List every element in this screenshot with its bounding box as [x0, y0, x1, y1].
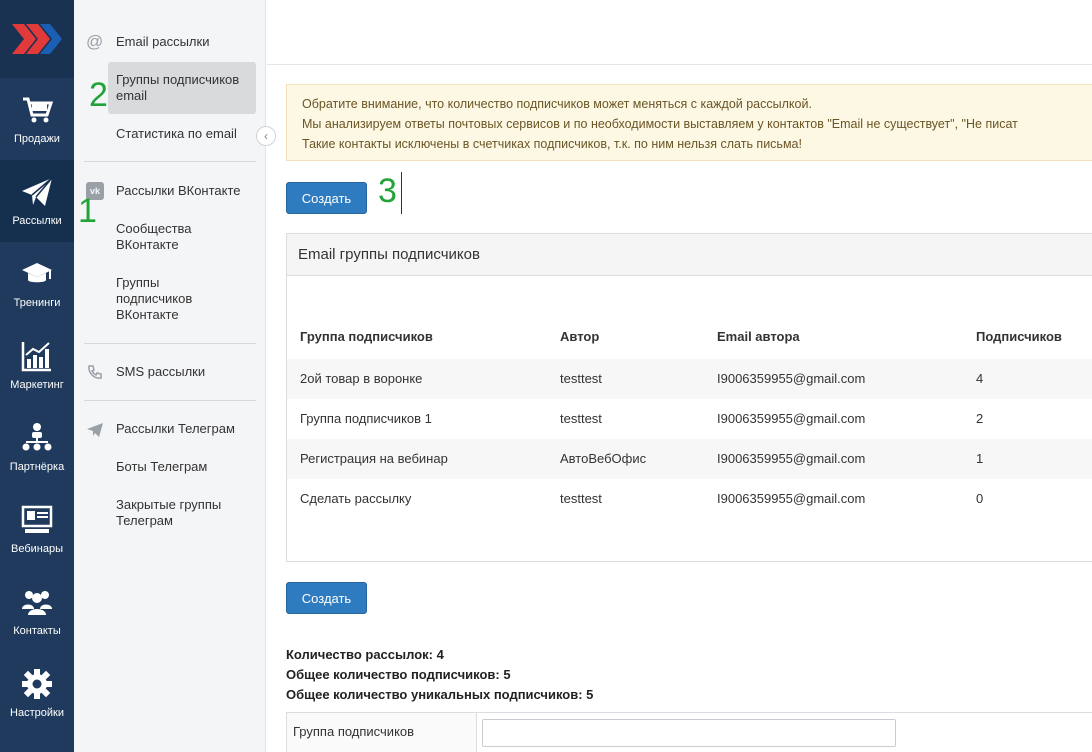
sub-item-label: Боты Телеграм	[116, 459, 208, 474]
graduation-cap-icon	[22, 263, 52, 283]
users-icon	[22, 591, 52, 615]
warning-alert: Обратите внимание, что количество подпис…	[286, 84, 1092, 161]
chart-icon	[21, 342, 51, 372]
subscriber-count: 0	[976, 491, 984, 506]
mailings-count: Количество рассылок: 4	[286, 647, 444, 662]
nav-item-sales[interactable]: Продажи	[0, 78, 74, 160]
group-name[interactable]: Сделать рассылку	[300, 491, 411, 506]
column-header[interactable]: Подписчиков	[976, 329, 1062, 344]
group-name[interactable]: 2ой товар в воронке	[300, 371, 422, 386]
alert-line: Такие контакты исключены в счетчиках под…	[302, 137, 802, 151]
author-email: I9006359955@gmail.com	[717, 411, 866, 426]
nav-label: Продажи	[14, 133, 60, 145]
table-row[interactable]: Сделать рассылку testtest I9006359955@gm…	[287, 479, 1092, 519]
sub-item-label: Рассылки Телеграм	[116, 421, 235, 436]
sub-item-label: Группы подписчиков email	[116, 72, 240, 103]
column-header[interactable]: Группа подписчиков	[300, 329, 433, 344]
group-filter-row: Группа подписчиков	[286, 712, 1092, 752]
nav-item-settings[interactable]: Настройки	[0, 652, 74, 734]
at-sign-icon: @	[86, 32, 104, 51]
logo-chevrons-icon	[12, 24, 62, 54]
alert-line: Обратите внимание, что количество подпис…	[302, 97, 812, 111]
groups-table: Группа подписчиков Автор Email автора По…	[287, 317, 1092, 519]
nav-label: Контакты	[13, 625, 61, 637]
nav-item-webinars[interactable]: Вебинары	[0, 488, 74, 570]
nav-item-partners[interactable]: Партнёрка	[0, 406, 74, 488]
sub-item-label: Закрытые группы Телеграм	[116, 497, 222, 528]
table-row[interactable]: Группа подписчиков 1 testtest I900635995…	[287, 399, 1092, 439]
panel-title: Email группы подписчиков	[287, 234, 1092, 276]
collapse-sidebar-button[interactable]: ‹	[256, 126, 276, 146]
create-button-top[interactable]: Создать	[286, 182, 367, 214]
nav-item-mailings[interactable]: Рассылки	[0, 160, 74, 242]
nav-label: Маркетинг	[10, 379, 64, 391]
divider	[84, 343, 256, 344]
subscribers-total: Общее количество подписчиков: 5	[286, 667, 511, 682]
divider	[84, 400, 256, 401]
group-name[interactable]: Группа подписчиков 1	[300, 411, 432, 426]
annotation-1: 1	[78, 192, 97, 230]
hierarchy-icon	[22, 423, 52, 451]
author: АвтоВебОфис	[560, 451, 647, 466]
paper-plane-icon	[22, 177, 53, 206]
author-email: I9006359955@gmail.com	[717, 451, 866, 466]
subscriber-count: 1	[976, 451, 984, 466]
sub-item-label: Группы подписчиков ВКонтакте	[116, 275, 193, 322]
subscriber-count: 4	[976, 371, 984, 386]
column-header[interactable]: Email автора	[717, 329, 800, 344]
divider	[84, 161, 256, 162]
author: testtest	[560, 411, 602, 426]
presentation-icon	[21, 505, 53, 533]
telegram-icon	[87, 423, 103, 437]
nav-label: Настройки	[10, 707, 64, 719]
text-cursor	[401, 172, 402, 214]
sub-item-label: Рассылки ВКонтакте	[116, 183, 241, 198]
sub-item-label: Email рассылки	[116, 34, 210, 49]
sub-item-label: SMS рассылки	[116, 364, 206, 379]
create-button-bottom[interactable]: Создать	[286, 582, 367, 614]
table-header-row: Группа подписчиков Автор Email автора По…	[287, 317, 1092, 359]
nav-item-contacts[interactable]: Контакты	[0, 570, 74, 652]
nav-label: Партнёрка	[9, 461, 65, 473]
alert-line: Мы анализируем ответы почтовых сервисов …	[302, 117, 1018, 131]
nav-item-marketing[interactable]: Маркетинг	[0, 324, 74, 406]
sub-item-label: Сообщества ВКонтакте	[116, 221, 192, 252]
logo[interactable]	[0, 0, 74, 78]
nav-label: Тренинги	[13, 297, 61, 309]
filter-label: Группа подписчиков	[287, 713, 477, 752]
gear-icon	[22, 669, 52, 699]
author-email: I9006359955@gmail.com	[717, 491, 866, 506]
chevron-left-icon: ‹	[264, 129, 268, 143]
subscriber-count: 2	[976, 411, 984, 426]
summary-stats: Количество рассылок: 4 Общее количество …	[286, 645, 593, 705]
group-name[interactable]: Регистрация на вебинар	[300, 451, 448, 466]
table-row[interactable]: 2ой товар в воронке testtest I9006359955…	[287, 359, 1092, 399]
group-filter-input[interactable]	[482, 719, 896, 747]
sub-item-label: Статистика по email	[116, 126, 237, 141]
annotation-3: 3	[378, 172, 397, 210]
cart-icon	[23, 97, 54, 123]
annotation-2: 2	[89, 76, 108, 114]
author: testtest	[560, 371, 602, 386]
nav-item-trainings[interactable]: Тренинги	[0, 242, 74, 324]
top-bar	[267, 0, 1092, 65]
nav-label: Рассылки	[12, 215, 62, 227]
author-email: I9006359955@gmail.com	[717, 371, 866, 386]
table-row[interactable]: Регистрация на вебинар АвтоВебОфис I9006…	[287, 439, 1092, 479]
phone-icon	[88, 365, 102, 379]
nav-label: Вебинары	[11, 543, 63, 555]
author: testtest	[560, 491, 602, 506]
unique-subscribers-total: Общее количество уникальных подписчиков:…	[286, 687, 594, 702]
subscriber-groups-panel: Email группы подписчиков Группа подписчи…	[286, 233, 1092, 562]
column-header[interactable]: Автор	[560, 329, 599, 344]
main-nav: Продажи Рассылки Тренинги Маркетинг Парт…	[0, 0, 74, 752]
